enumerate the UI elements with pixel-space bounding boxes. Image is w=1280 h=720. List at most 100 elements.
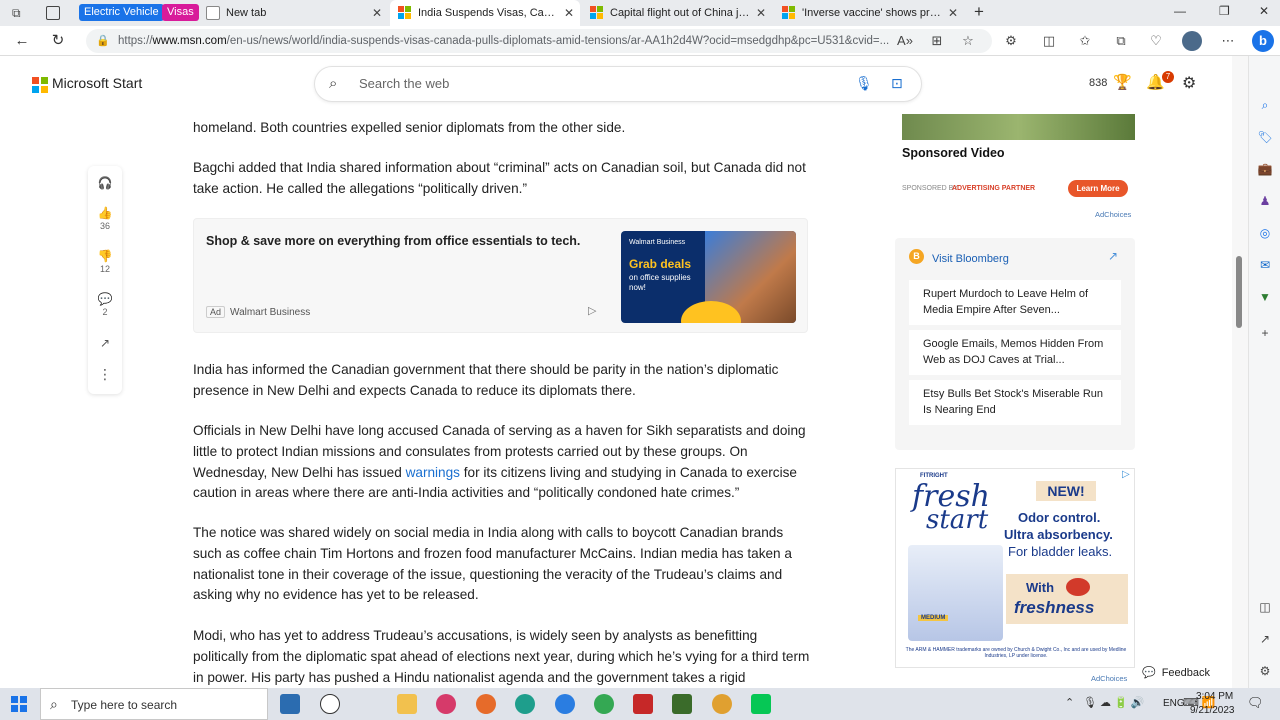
app-available-icon[interactable]: ⊞ — [928, 32, 946, 50]
lock-icon[interactable]: 🔒 — [96, 34, 110, 47]
visit-bloomberg-link[interactable]: Visit Bloomberg — [932, 253, 1009, 265]
sponsored-video-thumbnail[interactable] — [902, 114, 1135, 140]
scrollbar-thumb[interactable] — [1236, 256, 1242, 328]
feedback-button[interactable]: 💬 Feedback — [1136, 662, 1222, 684]
taskbar-search-input[interactable]: Type here to search — [71, 698, 177, 712]
warnings-link[interactable]: warnings — [406, 465, 460, 480]
tab-group-visas[interactable]: Visas — [162, 4, 199, 21]
app-icon[interactable] — [712, 694, 732, 714]
external-link-icon[interactable]: ↗ — [1108, 249, 1118, 263]
close-window-button[interactable]: ✕ — [1259, 4, 1273, 18]
tab-actions-icon[interactable] — [46, 6, 60, 20]
notification-center-icon[interactable]: 🗨 — [1247, 695, 1264, 711]
split-screen-icon[interactable]: ◫ — [1040, 32, 1058, 50]
news-item[interactable]: Rupert Murdoch to Leave Helm of Media Em… — [909, 280, 1121, 325]
chevron-up-icon[interactable]: ⌃ — [1065, 696, 1074, 709]
drop-icon[interactable]: ▼ — [1256, 288, 1274, 306]
tab-capital-flight[interactable]: Capital flight out of China jumps ✕ — [582, 0, 772, 26]
windows-start-icon[interactable] — [11, 696, 27, 712]
sponsored-video-title[interactable]: Sponsored Video — [902, 146, 1005, 160]
walmart-ad-image[interactable]: Walmart Business Grab deals on office su… — [621, 231, 796, 323]
microsoft-365-icon[interactable]: ◎ — [1256, 224, 1274, 242]
profile-avatar[interactable] — [1182, 31, 1202, 51]
search-icon[interactable]: ⌕ — [1256, 96, 1274, 114]
clock-date[interactable]: 9/21/2023 — [1190, 705, 1235, 716]
open-external-icon[interactable]: ↗ — [1256, 630, 1274, 648]
settings-gear-icon[interactable]: ⚙ — [1256, 662, 1274, 680]
listen-headphones-icon[interactable]: 🎧 — [88, 176, 122, 190]
tools-briefcase-icon[interactable]: 💼 — [1256, 160, 1274, 178]
games-icon[interactable]: ♟ — [1256, 192, 1274, 210]
comments-button[interactable]: 💬 2 — [88, 292, 122, 317]
file-explorer-icon[interactable] — [397, 694, 417, 714]
tab-new-tab[interactable]: New tab ✕ — [198, 0, 388, 26]
like-button[interactable]: 👍 36 — [88, 206, 122, 231]
clock-time[interactable]: 3:04 PM — [1196, 691, 1233, 702]
close-icon[interactable]: ✕ — [372, 0, 382, 26]
favorites-icon[interactable]: ✩ — [1076, 32, 1094, 50]
comment-count: 2 — [102, 307, 108, 317]
chrome-icon[interactable] — [594, 694, 614, 714]
news-item[interactable]: Google Emails, Memos Hidden From Web as … — [909, 330, 1121, 375]
microsoft-logo-icon[interactable] — [32, 77, 48, 93]
app-icon[interactable] — [555, 694, 575, 714]
browser-essentials-icon[interactable]: ♡ — [1147, 32, 1165, 50]
workspaces-icon[interactable]: ⧉ — [12, 6, 28, 20]
inline-ad-card[interactable]: Shop & save more on everything from offi… — [193, 218, 808, 333]
taskbar-search-box[interactable]: ⌕ Type here to search — [40, 688, 268, 720]
ad-info-icon[interactable]: ▷ — [588, 304, 596, 317]
learn-more-button[interactable]: Learn More — [1068, 180, 1128, 197]
more-vertical-icon[interactable]: ⋮ — [88, 366, 122, 383]
share-icon[interactable]: ↗ — [88, 336, 122, 350]
acrobat-icon[interactable] — [633, 694, 653, 714]
language-indicator[interactable]: ENG — [1163, 698, 1185, 709]
ad-headline[interactable]: Shop & save more on everything from offi… — [206, 234, 586, 248]
adchoices-link[interactable]: AdChoices — [1095, 210, 1131, 219]
edge-icon[interactable] — [515, 694, 535, 714]
line-app-icon[interactable] — [751, 694, 771, 714]
sponsored-video-card[interactable]: Sponsored Video SPONSORED BY ADVERTISING… — [895, 56, 1135, 219]
ad-line-1: Odor control. — [1018, 510, 1101, 525]
tab-india-suspends-visas[interactable]: India Suspends Visas, Canada Pu ✕ — [390, 0, 580, 26]
split-view-icon[interactable]: ◫ — [1256, 598, 1274, 616]
fresh-start-ad[interactable]: ▷ FITRIGHT fresh start NEW! Odor control… — [895, 468, 1135, 668]
ad-info-icon[interactable]: ▷ — [1122, 469, 1130, 480]
settings-gear-icon[interactable]: ⚙ — [1182, 73, 1196, 93]
system-tray-icons[interactable]: 🎙 ☁ 🔋 🔊 — [1083, 696, 1145, 709]
tab-inverse-vaccine[interactable]: 'Inverse vaccine' shows promise ✕ — [774, 0, 964, 26]
new-tab-button[interactable]: + — [970, 3, 988, 21]
adchoices-link[interactable]: AdChoices — [1091, 674, 1127, 683]
tab-group-electric-vehicle[interactable]: Electric Vehicle — [79, 4, 164, 21]
restore-button[interactable]: ❐ — [1219, 4, 1233, 18]
read-aloud-icon[interactable]: A» — [896, 32, 914, 50]
close-icon[interactable]: ✕ — [948, 0, 958, 26]
chat-icon[interactable] — [320, 694, 340, 714]
task-view-icon[interactable] — [280, 694, 300, 714]
page-scrollbar[interactable] — [1232, 56, 1248, 688]
like-count: 36 — [99, 221, 110, 231]
collections-icon[interactable]: ⧉ — [1112, 32, 1130, 50]
close-icon[interactable]: ✕ — [564, 0, 574, 26]
refresh-icon[interactable]: ↻ — [48, 31, 68, 51]
news-item[interactable]: Etsy Bulls Bet Stock's Miserable Run Is … — [909, 380, 1121, 425]
close-icon[interactable]: ✕ — [756, 0, 766, 26]
add-sidebar-app-icon[interactable]: + — [1256, 324, 1274, 342]
minimize-button[interactable]: — — [1174, 4, 1190, 18]
back-icon[interactable]: ← — [12, 31, 32, 51]
firefox-icon[interactable] — [476, 694, 496, 714]
dislike-button[interactable]: 👎 12 — [88, 249, 122, 274]
extensions-icon[interactable]: ⚙ — [1002, 32, 1020, 50]
url-field[interactable]: 🔒 https://www.msn.com/en-us/news/world/i… — [86, 29, 992, 53]
favorite-star-icon[interactable]: ☆ — [959, 32, 977, 50]
more-options-icon[interactable]: ⋯ — [1219, 32, 1237, 50]
spreadsheet-app-icon[interactable] — [672, 694, 692, 714]
bing-copilot-icon[interactable]: b — [1252, 30, 1274, 52]
camera-app-icon[interactable] — [436, 694, 456, 714]
microphone-icon[interactable]: 🎙 — [855, 75, 873, 92]
ad-line-2: Ultra absorbency. — [1004, 527, 1113, 542]
with-freshness-band: With freshness — [1006, 574, 1128, 624]
shopping-tag-icon[interactable]: 🏷 — [1256, 128, 1274, 146]
outlook-icon[interactable]: ✉ — [1256, 256, 1274, 274]
brand-name[interactable]: Microsoft Start — [52, 75, 142, 91]
url-text: https://www.msn.com/en-us/news/world/ind… — [118, 35, 890, 47]
